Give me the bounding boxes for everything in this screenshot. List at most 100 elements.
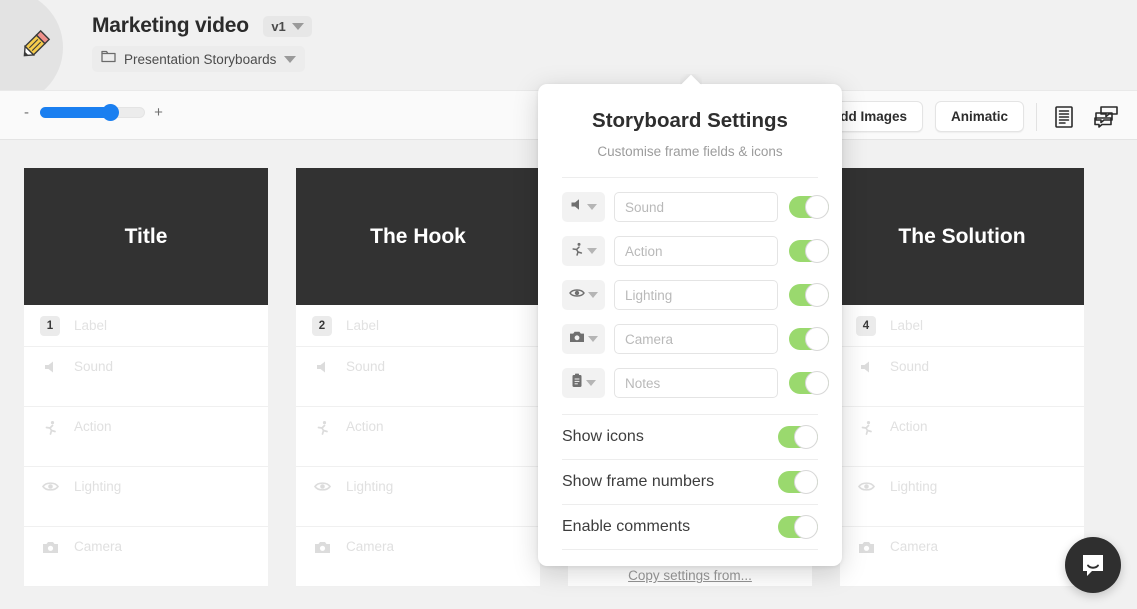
settings-option-show-frame-numbers[interactable]: Show frame numbers: [538, 460, 842, 504]
frame-thumbnail[interactable]: Title: [24, 168, 268, 305]
frame-fields: 4 Label Sound Action: [840, 305, 1084, 587]
speaker-icon: [856, 359, 876, 374]
settings-option-label: Show icons: [562, 428, 644, 446]
version-label: v1: [271, 19, 285, 34]
frame-field-placeholder: Camera: [74, 539, 122, 554]
camera-icon: [569, 330, 585, 348]
settings-field-toggle-notes[interactable]: [789, 372, 829, 394]
settings-option-enable-comments[interactable]: Enable comments: [538, 505, 842, 549]
frame-title: The Solution: [898, 225, 1025, 249]
divider: [562, 177, 818, 178]
frame-label-row[interactable]: 1 Label: [24, 305, 268, 347]
settings-option-label: Show frame numbers: [562, 473, 714, 491]
settings-field-toggle-lighting[interactable]: [789, 284, 829, 306]
speaker-icon: [570, 198, 584, 216]
settings-option-toggle-show-frame-numbers[interactable]: [778, 471, 818, 493]
frame-field-placeholder: Sound: [890, 359, 929, 374]
copy-settings-from-link[interactable]: Copy settings from...: [538, 568, 842, 583]
chevron-down-icon: [588, 292, 598, 298]
chevron-down-icon: [284, 56, 296, 63]
camera-icon: [312, 539, 332, 554]
settings-field-row-camera: [538, 324, 842, 354]
settings-field-input-lighting[interactable]: [614, 280, 778, 310]
document-title-group: Marketing video v1 Presentation Storyboa…: [92, 14, 312, 72]
frame-field-camera[interactable]: Camera: [296, 527, 540, 587]
comment-stack-icon[interactable]: [1091, 102, 1121, 132]
running-person-icon: [570, 242, 584, 261]
frame-label-placeholder: Label: [74, 318, 107, 333]
folder-icon: [101, 50, 116, 68]
frame-field-action[interactable]: Action: [840, 407, 1084, 467]
frame-field-placeholder: Sound: [74, 359, 113, 374]
clipboard-icon: [571, 373, 583, 393]
frame-thumbnail[interactable]: The Hook: [296, 168, 540, 305]
frame-field-camera[interactable]: Camera: [840, 527, 1084, 587]
settings-panel-subtitle: Customise frame fields & icons: [538, 144, 842, 159]
settings-option-show-icons[interactable]: Show icons: [538, 415, 842, 459]
frame-field-placeholder: Camera: [346, 539, 394, 554]
eye-icon: [569, 286, 585, 304]
frame-field-sound[interactable]: Sound: [840, 347, 1084, 407]
settings-field-toggle-camera[interactable]: [789, 328, 829, 350]
storyboard-settings-panel: Storyboard Settings Customise frame fiel…: [538, 84, 842, 566]
animatic-button[interactable]: Animatic: [935, 101, 1024, 132]
frame-field-camera[interactable]: Camera: [24, 527, 268, 587]
settings-field-input-notes[interactable]: [614, 368, 778, 398]
settings-field-input-action[interactable]: [614, 236, 778, 266]
settings-option-label: Enable comments: [562, 518, 690, 536]
frame-field-lighting[interactable]: Lighting: [296, 467, 540, 527]
settings-panel-title: Storyboard Settings: [538, 109, 842, 133]
frame-field-action[interactable]: Action: [296, 407, 540, 467]
frame-field-lighting[interactable]: Lighting: [840, 467, 1084, 527]
frame-field-placeholder: Sound: [346, 359, 385, 374]
frame-field-sound[interactable]: Sound: [24, 347, 268, 407]
icon-picker-camera[interactable]: [562, 324, 605, 354]
pencil-icon[interactable]: [16, 26, 54, 64]
frame-field-placeholder: Lighting: [890, 479, 937, 494]
frame-field-lighting[interactable]: Lighting: [24, 467, 268, 527]
settings-field-row-sound: [538, 192, 842, 222]
storyboard-frame[interactable]: The Solution 4 Label Sound Acti: [840, 168, 1084, 587]
script-document-icon[interactable]: [1049, 102, 1079, 132]
settings-field-toggle-action[interactable]: [789, 240, 829, 262]
icon-picker-lighting[interactable]: [562, 280, 605, 310]
frame-number-badge: 4: [856, 316, 876, 336]
frame-label-row[interactable]: 2 Label: [296, 305, 540, 347]
chevron-down-icon: [586, 380, 596, 386]
storyboard-frame[interactable]: Title 1 Label Sound Action: [24, 168, 268, 587]
storyboard-frame[interactable]: The Hook 2 Label Sound Action: [296, 168, 540, 587]
frame-field-action[interactable]: Action: [24, 407, 268, 467]
running-person-icon: [856, 419, 876, 435]
settings-option-toggle-enable-comments[interactable]: [778, 516, 818, 538]
settings-field-toggle-sound[interactable]: [789, 196, 829, 218]
frame-title: The Hook: [370, 225, 466, 249]
frame-number-badge: 2: [312, 316, 332, 336]
icon-picker-sound[interactable]: [562, 192, 605, 222]
frame-thumbnail[interactable]: The Solution: [840, 168, 1084, 305]
frame-label-placeholder: Label: [890, 318, 923, 333]
chevron-down-icon: [587, 248, 597, 254]
settings-field-input-camera[interactable]: [614, 324, 778, 354]
intercom-chat-icon[interactable]: [1065, 537, 1121, 593]
zoom-slider-handle[interactable]: [102, 104, 119, 121]
frame-label-row[interactable]: 4 Label: [840, 305, 1084, 347]
chevron-down-icon: [587, 204, 597, 210]
breadcrumb-folder-selector[interactable]: Presentation Storyboards: [92, 46, 305, 72]
icon-picker-notes[interactable]: [562, 368, 605, 398]
speaker-icon: [312, 359, 332, 374]
version-selector[interactable]: v1: [263, 16, 311, 37]
icon-picker-action[interactable]: [562, 236, 605, 266]
zoom-slider[interactable]: [40, 107, 145, 118]
camera-icon: [40, 539, 60, 554]
zoom-out-button[interactable]: -: [22, 104, 31, 121]
toolbar-right-actions: Add Images Animatic: [814, 101, 1121, 132]
frame-field-placeholder: Lighting: [74, 479, 121, 494]
frame-field-placeholder: Camera: [890, 539, 938, 554]
chevron-down-icon: [588, 336, 598, 342]
frame-field-placeholder: Action: [346, 419, 384, 434]
zoom-in-button[interactable]: +: [154, 104, 163, 121]
settings-option-toggle-show-icons[interactable]: [778, 426, 818, 448]
frame-field-sound[interactable]: Sound: [296, 347, 540, 407]
speaker-icon: [40, 359, 60, 374]
settings-field-input-sound[interactable]: [614, 192, 778, 222]
